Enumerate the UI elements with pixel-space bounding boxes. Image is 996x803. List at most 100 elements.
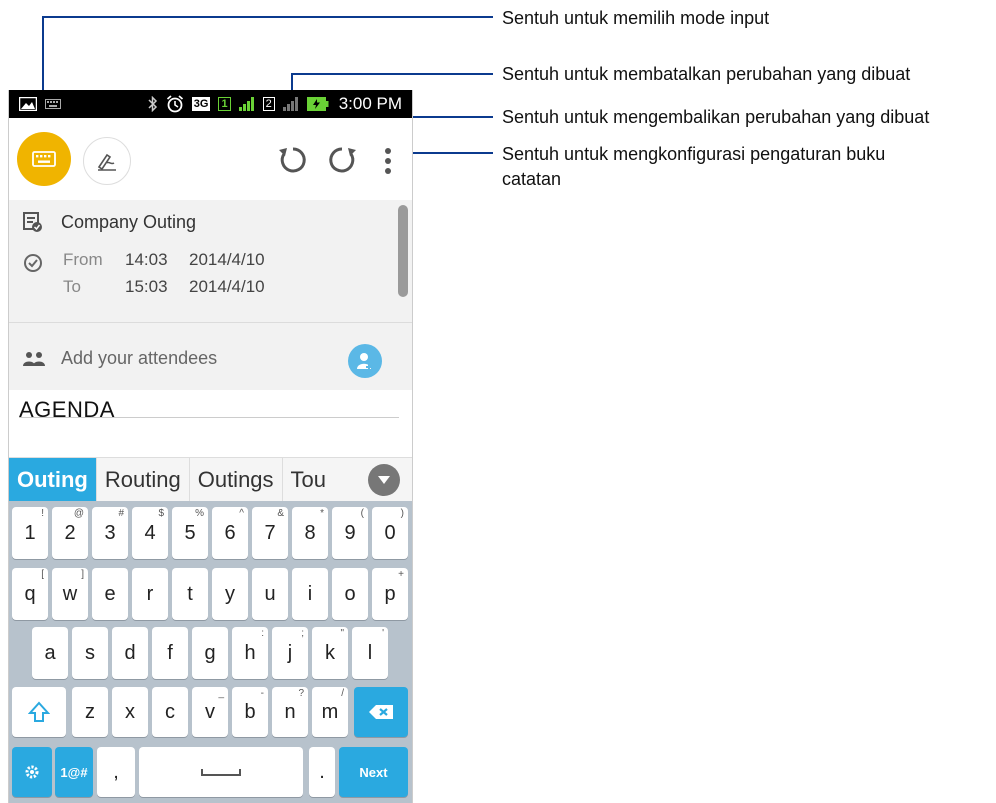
handwriting-mode-button[interactable] — [83, 137, 131, 185]
key-label: 1@# — [60, 764, 88, 780]
key-m[interactable]: m / — [312, 687, 348, 737]
key-z[interactable]: z — [72, 687, 108, 737]
key-alt-label: & — [277, 508, 284, 519]
key-8[interactable]: 8 * — [292, 507, 328, 559]
key-label: Next — [359, 764, 388, 780]
key-u[interactable]: u — [252, 568, 288, 620]
key-w[interactable]: w] — [52, 568, 88, 620]
key-label: 1 — [24, 521, 36, 544]
key-l[interactable]: l ' — [352, 627, 388, 679]
key-alt-label: ) — [400, 508, 404, 519]
input-mode-button[interactable] — [17, 132, 71, 186]
bluetooth-icon — [148, 96, 157, 112]
handwriting-pen-icon — [97, 153, 116, 171]
key-y[interactable]: y — [212, 568, 248, 620]
key-d[interactable]: d — [112, 627, 148, 679]
key-alt-label: ^ — [239, 508, 244, 519]
key-label: g — [204, 641, 216, 664]
key-alt-label: ' — [382, 628, 384, 639]
key-t[interactable]: t — [172, 568, 208, 620]
to-label: To — [63, 277, 81, 296]
key-p[interactable]: p + — [372, 568, 408, 620]
key-7[interactable]: 7 & — [252, 507, 288, 559]
suggestion-bar: Outing Routing Outings Tou — [9, 457, 412, 502]
suggestion-item[interactable]: Routing — [97, 458, 190, 502]
suggestion-item[interactable]: Outing — [9, 458, 97, 502]
key-label: u — [264, 582, 276, 605]
suggestion-item[interactable]: Tou — [283, 458, 334, 502]
key-n[interactable]: n? — [272, 687, 308, 737]
key-9[interactable]: 9( — [332, 507, 368, 559]
key-5[interactable]: 5% — [172, 507, 208, 559]
backspace-key[interactable] — [354, 687, 408, 737]
settings-key[interactable] — [12, 747, 52, 797]
key-c[interactable]: c — [152, 687, 188, 737]
suggestion-item[interactable]: Outings — [190, 458, 283, 502]
comma-key[interactable]: , — [97, 747, 135, 797]
event-card: Company Outing From 14:03 2014/4/10 To 1… — [9, 200, 412, 390]
key-label: y — [225, 582, 235, 605]
key-g[interactable]: g — [192, 627, 228, 679]
more-suggestions-button[interactable] — [368, 464, 400, 496]
key-label: r — [146, 582, 154, 605]
network-type-badge: 3G — [191, 97, 211, 111]
callout-settings: Sentuh untuk mengkonfigurasi pengaturan … — [502, 142, 885, 192]
key-label: f — [167, 641, 173, 664]
period-key[interactable]: . — [309, 747, 335, 797]
key-s[interactable]: s — [72, 627, 108, 679]
card-divider — [9, 322, 412, 323]
shift-key[interactable] — [12, 687, 66, 737]
key-alt-label: ! — [41, 508, 44, 519]
key-q[interactable]: q[ — [12, 568, 48, 620]
next-key[interactable]: Next — [339, 747, 408, 797]
scrollbar-thumb[interactable] — [398, 205, 408, 297]
calendar-event-icon — [23, 212, 42, 232]
key-6[interactable]: 6 ^ — [212, 507, 248, 559]
key-e[interactable]: e — [92, 568, 128, 620]
key-j[interactable]: j; — [272, 627, 308, 679]
key-0[interactable]: 0) — [372, 507, 408, 559]
attendees-row[interactable]: Add your attendees — [23, 348, 217, 369]
key-k[interactable]: k " — [312, 627, 348, 679]
key-label: o — [344, 582, 356, 605]
space-key[interactable] — [139, 747, 303, 797]
key-label: x — [125, 700, 135, 723]
key-label: z — [85, 700, 95, 723]
key-v[interactable]: v _ — [192, 687, 228, 737]
symbols-key[interactable]: 1@# — [55, 747, 93, 797]
key-alt-label: ? — [298, 688, 304, 699]
phone-screen: 3G 1 2 3:00 PM Company Outing From 14:03… — [8, 90, 413, 803]
key-2[interactable]: 2 @ — [52, 507, 88, 559]
key-alt-label: [ — [41, 569, 44, 580]
sim-2-badge: 2 — [262, 97, 275, 111]
key-label: k — [325, 641, 335, 664]
key-o[interactable]: o — [332, 568, 368, 620]
redo-button[interactable] — [324, 142, 360, 178]
add-attendee-button[interactable] — [348, 344, 382, 378]
key-label: v — [205, 700, 215, 723]
key-h[interactable]: h: — [232, 627, 268, 679]
chevron-down-icon — [378, 476, 390, 484]
key-alt-label: - — [260, 688, 264, 699]
key-1[interactable]: 1! — [12, 507, 48, 559]
key-4[interactable]: 4 $ — [132, 507, 168, 559]
backspace-icon — [369, 705, 393, 719]
overflow-menu-button[interactable] — [381, 146, 395, 176]
key-x[interactable]: x — [112, 687, 148, 737]
key-label: 4 — [144, 521, 156, 544]
undo-button[interactable] — [275, 142, 311, 178]
note-text[interactable]: AGENDA — [19, 397, 115, 423]
key-i[interactable]: i — [292, 568, 328, 620]
key-f[interactable]: f — [152, 627, 188, 679]
keyboard-icon — [32, 151, 56, 167]
key-r[interactable]: r — [132, 568, 168, 620]
callout-settings-line1: Sentuh untuk mengkonfigurasi pengaturan … — [502, 144, 886, 164]
event-time-grid: From 14:03 2014/4/10 To 15:03 2014/4/10 — [63, 250, 299, 297]
callout-line-undo-h — [291, 73, 493, 75]
key-3[interactable]: 3 # — [92, 507, 128, 559]
key-alt-label: ( — [360, 508, 364, 519]
key-b[interactable]: b- — [232, 687, 268, 737]
key-label: l — [367, 641, 373, 664]
event-title-row[interactable]: Company Outing — [23, 210, 196, 234]
key-a[interactable]: a — [32, 627, 68, 679]
